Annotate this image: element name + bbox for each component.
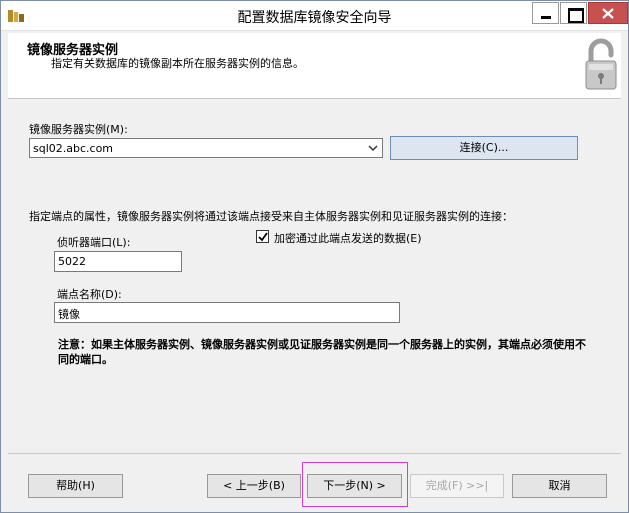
back-button[interactable]: < 上一步(B): [207, 474, 301, 498]
help-button[interactable]: 帮助(H): [28, 474, 123, 498]
cancel-button[interactable]: 取消: [512, 474, 607, 498]
encrypt-label[interactable]: 加密通过此端点发送的数据(E): [274, 230, 422, 246]
connect-button[interactable]: 连接(C)...: [390, 136, 578, 160]
endpoint-description: 指定端点的属性，镜像服务器实例将通过该端点接受来自主体服务器实例和见证服务器实例…: [29, 210, 513, 223]
minimize-button[interactable]: [532, 2, 559, 24]
title-bar: 配置数据库镜像安全向导: [1, 1, 628, 31]
note-text: 注意：如果主体服务器实例、镜像服务器实例或见证服务器实例是同一个服务器上的实例，…: [58, 338, 586, 366]
checkmark-icon: [258, 232, 268, 242]
listener-port-input[interactable]: 5022: [54, 251, 182, 272]
close-button[interactable]: [588, 2, 628, 24]
mirror-instance-label: 镜像服务器实例(M):: [29, 123, 128, 136]
finish-button: 完成(F) >>|: [410, 474, 504, 498]
maximize-button[interactable]: [560, 2, 587, 24]
page-header: 镜像服务器实例 指定有关数据库的镜像副本所在服务器实例的信息。: [8, 33, 621, 99]
wizard-window: 配置数据库镜像安全向导 镜像服务器实例 指定有关数据库的镜像副本所在服务器实例的…: [0, 0, 629, 513]
endpoint-name-value: 镜像: [58, 308, 80, 321]
endpoint-name-label: 端点名称(D):: [57, 288, 122, 301]
listener-port-value: 5022: [58, 255, 86, 268]
chevron-down-icon: [368, 145, 378, 152]
lock-icon: [585, 38, 617, 90]
close-icon: [602, 8, 614, 19]
mirror-instance-value: sql02.abc.com: [33, 142, 114, 155]
mirror-instance-combobox[interactable]: sql02.abc.com: [29, 138, 383, 158]
next-button[interactable]: 下一步(N) >: [307, 474, 402, 498]
encrypt-checkbox[interactable]: [256, 230, 269, 243]
endpoint-name-input[interactable]: 镜像: [54, 302, 400, 323]
page-subtitle: 指定有关数据库的镜像副本所在服务器实例的信息。: [51, 57, 304, 70]
listener-port-label: 侦听器端口(L):: [57, 236, 131, 249]
